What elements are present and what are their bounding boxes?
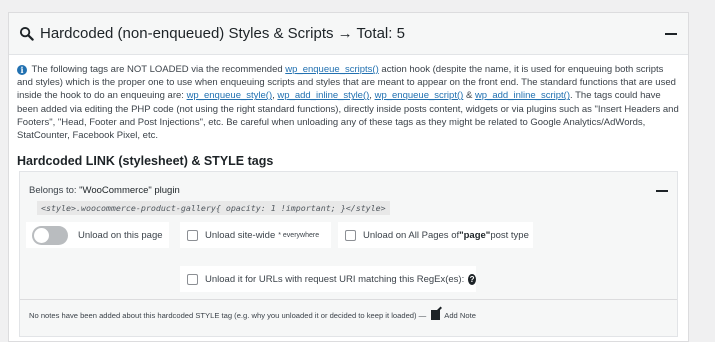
info-text: The following tags are NOT LOADED via th… <box>31 64 286 75</box>
collapse-card-icon[interactable] <box>655 184 669 198</box>
search-icon <box>19 26 34 41</box>
belongs-to: Belongs to: "WooCommerce" plugin <box>29 185 180 196</box>
info-text: & <box>463 90 475 102</box>
unload-site-wide-label: Unload site-wide <box>205 229 276 241</box>
info-notice: i The following tags are NOT LOADED via … <box>9 55 688 142</box>
belongs-label: Belongs to: <box>29 185 80 196</box>
unload-post-type-option[interactable]: Unload on All Pages of "page" post type <box>338 222 533 248</box>
unload-on-page-toggle[interactable] <box>32 225 68 245</box>
collapse-panel-icon[interactable] <box>664 27 678 41</box>
unload-on-page-label: Unload on this page <box>78 229 163 241</box>
unload-site-wide-checkbox[interactable] <box>187 229 198 241</box>
notes-row: No notes have been added about this hard… <box>29 310 476 320</box>
unload-post-type-checkbox[interactable] <box>345 229 356 241</box>
style-tag-code: <style>.woocommerce-product-gallery{ opa… <box>37 201 390 215</box>
help-icon[interactable]: ? <box>468 273 476 285</box>
unload-post-type-suffix: post type <box>490 229 529 241</box>
edit-note-icon[interactable] <box>431 310 441 320</box>
toggle-knob <box>34 227 49 243</box>
link-wp-add-inline-style[interactable]: wp_add_inline_style() <box>277 90 369 101</box>
notes-text: No notes have been added about this hard… <box>29 310 427 320</box>
panel-title: Hardcoded (non-enqueued) Styles & Script… <box>40 25 405 42</box>
link-wp-add-inline-script[interactable]: wp_add_inline_script() <box>475 90 570 101</box>
hardcoded-assets-panel: Hardcoded (non-enqueued) Styles & Script… <box>8 12 689 342</box>
unload-regex-option[interactable]: Unload it for URLs with request URI matc… <box>180 266 476 292</box>
panel-header[interactable]: Hardcoded (non-enqueued) Styles & Script… <box>9 13 688 55</box>
section-title: Hardcoded LINK (stylesheet) & STYLE tags <box>17 154 274 169</box>
unload-regex-label: Unload it for URLs with request URI matc… <box>205 273 465 285</box>
link-wp-enqueue-style[interactable]: wp_enqueue_style() <box>187 90 273 101</box>
link-wp-enqueue-scripts[interactable]: wp_enqueue_scripts() <box>285 64 378 75</box>
divider <box>20 299 677 300</box>
post-type-name: "page" <box>459 229 491 241</box>
unload-on-page-option[interactable]: Unload on this page <box>26 222 169 248</box>
unload-site-wide-option[interactable]: Unload site-wide * everywhere <box>180 222 331 248</box>
style-tag-card: Belongs to: "WooCommerce" plugin <style>… <box>19 171 678 337</box>
everywhere-note: * everywhere <box>278 231 320 239</box>
link-wp-enqueue-script[interactable]: wp_enqueue_script() <box>375 90 464 101</box>
unload-regex-checkbox[interactable] <box>187 273 198 285</box>
unload-post-type-label: Unload on All Pages of <box>363 229 460 241</box>
plugin-name: "WooCommerce" plugin <box>79 185 180 196</box>
add-note-link[interactable]: Add Note <box>444 311 476 320</box>
info-icon: i <box>17 65 27 75</box>
